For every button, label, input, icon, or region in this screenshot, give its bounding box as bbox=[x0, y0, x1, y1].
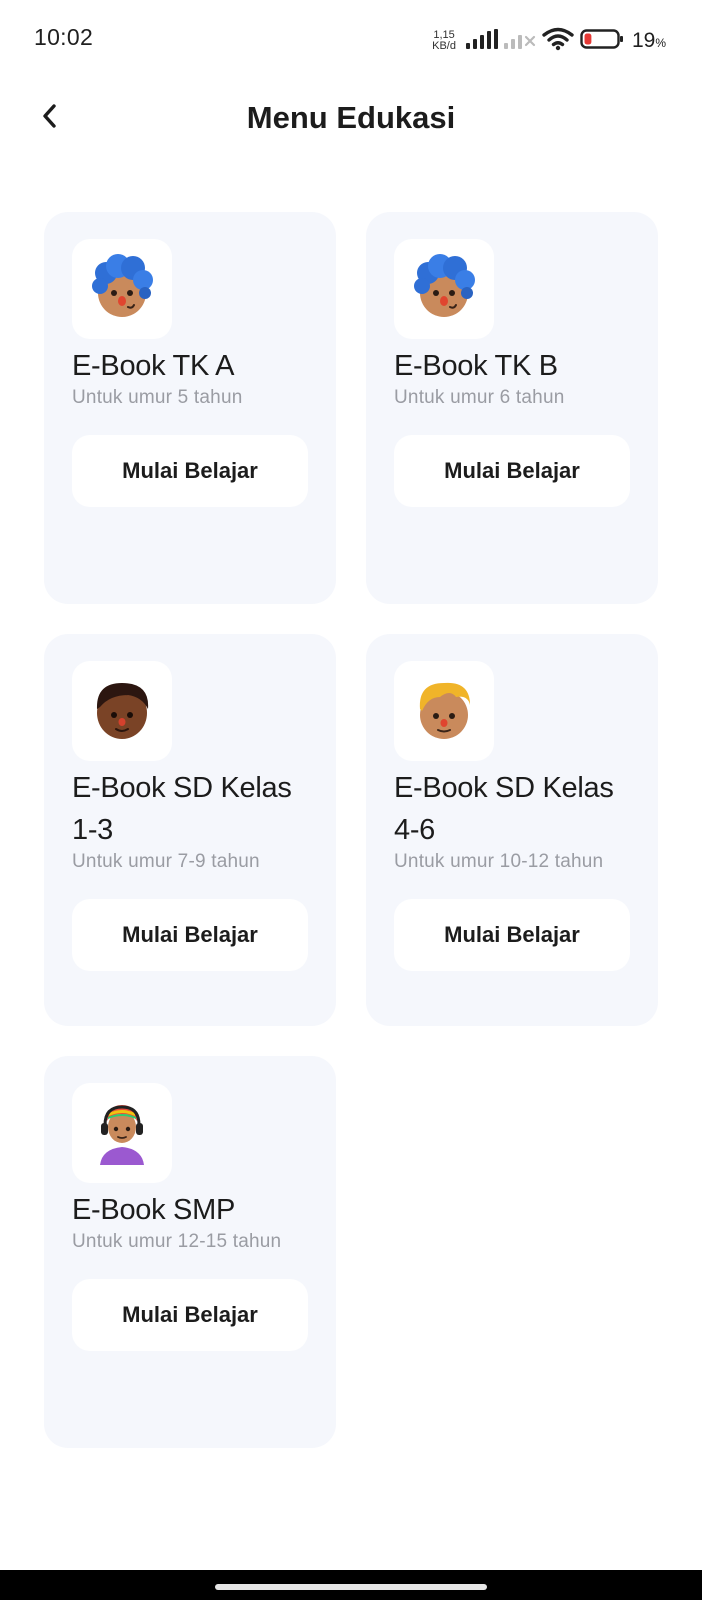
card-title: E-Book SD Kelas 4-6 bbox=[394, 772, 614, 846]
avatar-box bbox=[394, 661, 494, 761]
card-subtitle: Untuk umur 5 tahun bbox=[72, 387, 243, 408]
status-icons: 1,15 KB/d 19% bbox=[432, 26, 666, 56]
start-learning-button[interactable]: Mulai Belajar bbox=[394, 899, 630, 971]
card-title: E-Book TK A bbox=[72, 350, 235, 382]
card-subtitle: Untuk umur 6 tahun bbox=[394, 387, 565, 408]
battery-fill bbox=[584, 33, 592, 44]
network-speed-unit: KB/d bbox=[432, 40, 456, 52]
wifi-icon bbox=[542, 27, 574, 56]
system-nav-bar bbox=[0, 1570, 702, 1600]
status-bar: 10:02 1,15 KB/d 19% bbox=[0, 0, 702, 80]
avatar-box bbox=[72, 661, 172, 761]
status-time: 10:02 bbox=[34, 24, 94, 50]
ebook-card-sd-1-3: E-Book SD Kelas 1-3 Untuk umur 7-9 tahun… bbox=[44, 634, 336, 1026]
blue-curly-hair-avatar-icon bbox=[88, 253, 156, 326]
start-learning-button[interactable]: Mulai Belajar bbox=[72, 435, 308, 507]
card-title: E-Book TK B bbox=[394, 350, 558, 382]
home-indicator[interactable] bbox=[215, 1584, 487, 1590]
blonde-hair-avatar-icon bbox=[410, 675, 478, 748]
battery-percent-value: 19 bbox=[631, 29, 656, 52]
card-subtitle: Untuk umur 7-9 tahun bbox=[72, 851, 260, 872]
battery-low-icon bbox=[580, 28, 624, 55]
signal-icon bbox=[465, 28, 498, 54]
start-learning-button[interactable]: Mulai Belajar bbox=[72, 899, 308, 971]
ebook-grid: E-Book TK A Untuk umur 5 tahun Mulai Bel… bbox=[44, 212, 660, 1448]
card-title: E-Book SMP bbox=[72, 1194, 235, 1226]
ebook-card-smp: E-Book SMP Untuk umur 12-15 tahun Mulai … bbox=[44, 1056, 336, 1448]
avatar-box bbox=[72, 239, 172, 339]
dark-hair-avatar-icon bbox=[88, 675, 156, 748]
battery-percent-unit: % bbox=[655, 36, 666, 50]
ebook-card-tk-a: E-Book TK A Untuk umur 5 tahun Mulai Bel… bbox=[44, 212, 336, 604]
blue-curly-hair-avatar-icon bbox=[410, 253, 478, 326]
avatar-box bbox=[72, 1083, 172, 1183]
start-learning-button[interactable]: Mulai Belajar bbox=[72, 1279, 308, 1351]
ebook-card-tk-b: E-Book TK B Untuk umur 6 tahun Mulai Bel… bbox=[366, 212, 658, 604]
card-title: E-Book SD Kelas 1-3 bbox=[72, 772, 292, 846]
avatar-box bbox=[394, 239, 494, 339]
card-subtitle: Untuk umur 12-15 tahun bbox=[72, 1231, 282, 1252]
card-subtitle: Untuk umur 10-12 tahun bbox=[394, 851, 604, 872]
network-speed: 1,15 KB/d bbox=[432, 30, 456, 52]
rainbow-hair-headphones-avatar-icon bbox=[88, 1097, 156, 1170]
signal-no-sim-icon bbox=[503, 29, 536, 54]
ebook-card-sd-4-6: E-Book SD Kelas 4-6 Untuk umur 10-12 tah… bbox=[366, 634, 658, 1026]
page-title: Menu Edukasi bbox=[246, 100, 456, 135]
start-learning-button[interactable]: Mulai Belajar bbox=[394, 435, 630, 507]
header: Menu Edukasi bbox=[0, 84, 702, 154]
battery-percent: 19% bbox=[632, 29, 666, 53]
